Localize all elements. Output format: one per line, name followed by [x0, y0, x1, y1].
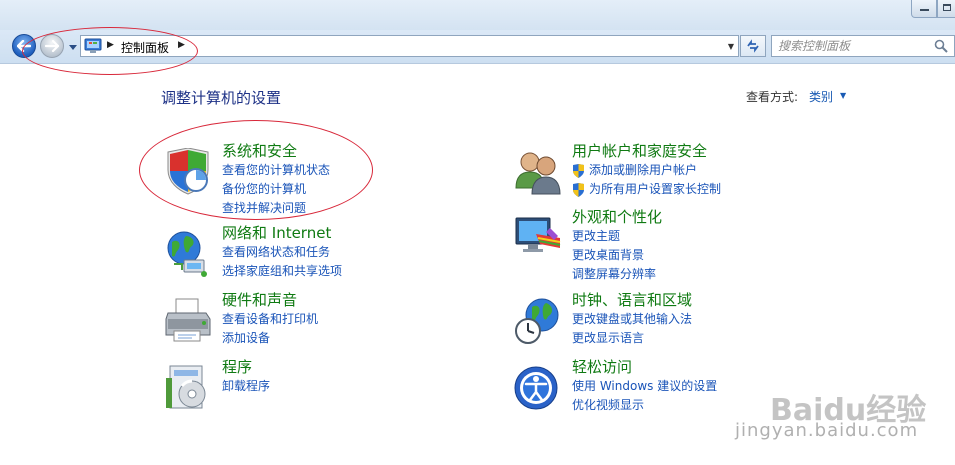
monitor-appearance-icon[interactable]	[514, 214, 562, 262]
printer-icon[interactable]	[164, 297, 212, 345]
link-screen-resolution[interactable]: 调整屏幕分辨率	[572, 265, 656, 284]
clock-globe-icon[interactable]	[514, 297, 562, 345]
link-keyboards-input[interactable]: 更改键盘或其他输入法	[572, 310, 692, 329]
link-homegroup-sharing[interactable]: 选择家庭组和共享选项	[222, 262, 342, 281]
navigation-bar: ▶ 控制面板 ▶ ▼	[0, 30, 955, 64]
link-parental-controls[interactable]: 为所有用户设置家长控制	[572, 180, 721, 199]
category-title-user-accounts[interactable]: 用户帐户和家庭安全	[572, 140, 707, 161]
category-links: 查看网络状态和任务 选择家庭组和共享选项	[222, 243, 342, 281]
link-view-computer-status[interactable]: 查看您的计算机状态	[222, 161, 330, 180]
watermark-url: jingyan.baidu.com	[735, 420, 919, 441]
link-network-status[interactable]: 查看网络状态和任务	[222, 243, 342, 262]
chevron-down-icon[interactable]: ▼	[840, 91, 846, 100]
link-troubleshoot[interactable]: 查找并解决问题	[222, 199, 330, 218]
link-label: 为所有用户设置家长控制	[589, 182, 722, 196]
refresh-button[interactable]	[740, 35, 766, 57]
ease-of-access-icon[interactable]	[514, 364, 562, 412]
link-desktop-background[interactable]: 更改桌面背景	[572, 246, 656, 265]
category-title-network-internet[interactable]: 网络和 Internet	[222, 222, 331, 243]
link-optimize-display[interactable]: 优化视频显示	[572, 396, 717, 415]
link-label: 添加或删除用户帐户	[589, 163, 698, 177]
category-title-clock-language-region[interactable]: 时钟、语言和区域	[572, 289, 692, 310]
forward-button[interactable]	[40, 34, 64, 58]
maximize-button[interactable]	[937, 0, 955, 18]
breadcrumb-separator[interactable]: ▶	[178, 40, 185, 50]
link-recommended-settings[interactable]: 使用 Windows 建议的设置	[572, 377, 717, 396]
uac-shield-icon	[573, 183, 584, 197]
uac-shield-icon	[573, 164, 584, 178]
link-add-device[interactable]: 添加设备	[222, 329, 318, 348]
address-bar[interactable]: ▶ 控制面板 ▶ ▼	[80, 35, 739, 57]
category-title-hardware-sound[interactable]: 硬件和声音	[222, 289, 297, 310]
link-backup-computer[interactable]: 备份您的计算机	[222, 180, 330, 199]
back-button[interactable]	[12, 34, 36, 58]
link-add-remove-accounts[interactable]: 添加或删除用户帐户	[572, 161, 721, 180]
category-title-ease-of-access[interactable]: 轻松访问	[572, 356, 632, 377]
category-links: 查看您的计算机状态 备份您的计算机 查找并解决问题	[222, 161, 330, 218]
category-links: 更改主题 更改桌面背景 调整屏幕分辨率	[572, 227, 656, 284]
control-panel-icon	[84, 38, 102, 53]
category-title-appearance[interactable]: 外观和个性化	[572, 206, 662, 227]
search-input[interactable]	[778, 37, 918, 55]
users-icon[interactable]	[514, 148, 562, 196]
control-panel-window: ▶ 控制面板 ▶ ▼ 调整计算机的设置 查看方式: 类别 ▼	[0, 0, 955, 465]
shield-icon[interactable]	[164, 148, 212, 196]
view-by-select[interactable]: 类别	[809, 88, 833, 105]
link-change-theme[interactable]: 更改主题	[572, 227, 656, 246]
link-uninstall-program[interactable]: 卸载程序	[222, 377, 270, 396]
category-links: 卸载程序	[222, 377, 270, 396]
category-links: 更改键盘或其他输入法 更改显示语言	[572, 310, 692, 348]
category-title-programs[interactable]: 程序	[222, 356, 252, 377]
category-links: 添加或删除用户帐户 为所有用户设置家长控制	[572, 161, 721, 199]
category-links: 使用 Windows 建议的设置 优化视频显示	[572, 377, 717, 415]
category-title-system-security[interactable]: 系统和安全	[222, 140, 297, 161]
link-display-language[interactable]: 更改显示语言	[572, 329, 692, 348]
view-by-label: 查看方式:	[746, 90, 799, 104]
title-bar	[0, 0, 955, 30]
search-icon[interactable]	[934, 39, 948, 53]
refresh-icon	[747, 39, 759, 53]
recent-pages-dropdown[interactable]	[67, 41, 79, 53]
category-links: 查看设备和打印机 添加设备	[222, 310, 318, 348]
search-box	[771, 35, 955, 57]
chevron-down-icon	[69, 44, 77, 50]
page-title: 调整计算机的设置	[161, 89, 282, 107]
breadcrumb-control-panel[interactable]: 控制面板	[121, 39, 169, 56]
programs-icon[interactable]	[164, 364, 212, 412]
globe-network-icon[interactable]	[164, 230, 212, 278]
address-dropdown-icon[interactable]: ▼	[728, 42, 734, 51]
back-arrow-icon	[17, 40, 31, 52]
minimize-button[interactable]	[911, 0, 937, 18]
link-devices-printers[interactable]: 查看设备和打印机	[222, 310, 318, 329]
breadcrumb-separator[interactable]: ▶	[107, 40, 114, 50]
forward-arrow-icon	[45, 40, 59, 52]
